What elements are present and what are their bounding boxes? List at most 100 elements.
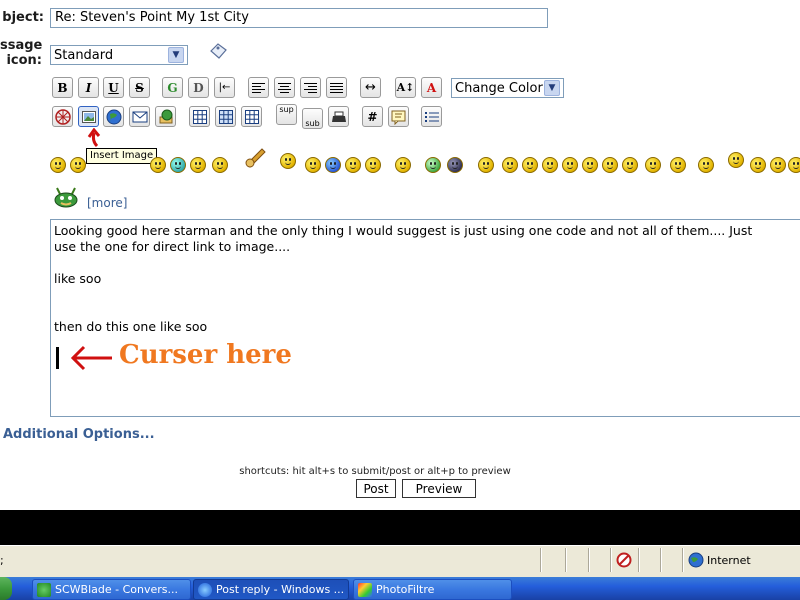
insert-image-button[interactable] [78,106,99,127]
taskbar-item-post-reply[interactable]: Post reply - Windows ... [193,579,349,600]
bold-button[interactable]: B [52,77,73,98]
table-column-button[interactable] [241,106,262,127]
smiley-icon[interactable] [622,157,638,173]
smiley-icon[interactable] [150,157,166,173]
internet-explorer-icon [198,582,212,597]
teletype-button[interactable] [328,106,349,127]
align-justify-button[interactable] [326,77,347,98]
font-color-button[interactable]: A [421,77,442,98]
smileys-more-link[interactable]: [more] [87,196,127,210]
smiley-icon[interactable] [50,157,66,173]
subject-input[interactable]: Re: Steven's Point My 1st City [50,8,548,28]
chevron-down-icon: ▼ [168,47,184,63]
smiley-icon[interactable] [602,157,618,173]
list-button[interactable] [421,106,442,127]
smiley-icon[interactable] [750,157,766,173]
annotation-arrow-up-icon [87,128,101,148]
align-center-icon [278,83,291,93]
status-text: ; [0,554,4,567]
smiley-icon[interactable] [478,157,494,173]
smiley-icon[interactable] [447,157,463,173]
email-icon [132,111,147,122]
underline-label: U [108,80,119,95]
table-button[interactable] [189,106,210,127]
flash-button[interactable] [52,106,73,127]
smiley-icon[interactable] [582,157,598,173]
chevron-down-icon: ▼ [544,80,560,96]
change-color-select[interactable]: Change Color ▼ [451,78,564,98]
insert-ftp-button[interactable] [155,106,176,127]
smiley-icon[interactable] [645,157,661,173]
start-button[interactable] [0,577,12,600]
taskbar-item-label: Post reply - Windows ... [216,583,345,596]
quote-button[interactable] [388,106,409,127]
annotation-text: Curser here [119,340,292,370]
additional-options-link[interactable]: Additional Options... [3,427,155,442]
smiley-icon[interactable] [395,157,411,173]
internet-zone-icon [688,552,704,572]
superscript-button[interactable]: sup [276,104,297,125]
smiley-icon[interactable] [280,153,296,169]
insert-email-button[interactable] [129,106,150,127]
smiley-icon[interactable] [365,157,381,173]
frog-smiley-icon[interactable] [53,186,79,212]
align-left-button[interactable] [248,77,269,98]
font-size-button[interactable]: A↕ [395,77,416,98]
subscript-button[interactable]: sub [302,108,323,129]
change-color-value: Change Color [455,80,543,96]
strikethrough-button[interactable]: S [129,77,150,98]
smiley-icon[interactable] [305,157,321,173]
indent-button[interactable]: |← [214,77,235,98]
smiley-icon[interactable] [325,157,341,173]
messenger-icon [37,582,51,597]
taskbar-item-photofiltre[interactable]: PhotoFiltre [353,579,512,600]
horizontal-rule-button[interactable]: ↔ [360,77,381,98]
smiley-icon[interactable] [728,152,744,168]
glow-button[interactable]: G [162,77,183,98]
smiley-icon[interactable] [345,157,361,173]
indent-label: |← [218,82,231,93]
popup-blocked-icon[interactable] [616,552,632,572]
status-separator [638,548,640,572]
smiley-icon[interactable] [670,157,686,173]
smiley-icon[interactable] [562,157,578,173]
shortcuts-hint: shortcuts: hit alt+s to submit/post or a… [239,466,511,477]
taskbar-item-scwblade[interactable]: SCWBlade - Convers... [32,579,191,600]
table-row-button[interactable] [215,106,236,127]
shadow-label: D [193,80,204,95]
shadow-button[interactable]: D [188,77,209,98]
code-button[interactable]: # [362,106,383,127]
italic-button[interactable]: I [78,77,99,98]
insert-link-button[interactable] [103,106,124,127]
post-button[interactable]: Post [356,479,396,498]
smiley-icon[interactable] [212,157,228,173]
status-separator [565,548,567,572]
annotation-arrow-left-icon [70,345,112,371]
smiley-icon[interactable] [425,157,441,173]
message-icon-select[interactable]: Standard ▼ [50,45,188,65]
underline-button[interactable]: U [103,77,124,98]
smiley-icon[interactable] [542,157,558,173]
message-textarea[interactable]: Looking good here starman and the only t… [50,219,800,417]
smiley-icon[interactable] [70,157,86,173]
smiley-icon[interactable] [522,157,538,173]
guitar-smiley-icon[interactable] [244,146,266,172]
code-label: # [367,109,378,124]
smiley-icon[interactable] [698,157,714,173]
status-separator [540,548,542,572]
status-separator [660,548,662,572]
insert-image-tooltip: Insert Image [86,148,158,164]
smiley-icon[interactable] [788,157,800,173]
smiley-icon[interactable] [190,157,206,173]
message-icon-preview-icon [208,42,228,64]
page-bottom-bar [0,510,800,545]
preview-button[interactable]: Preview [402,479,476,498]
smiley-icon[interactable] [170,157,186,173]
message-line [54,287,800,303]
quote-icon [391,110,405,125]
smiley-icon[interactable] [502,157,518,173]
message-icon-label-line2: icon: [6,53,42,68]
align-right-button[interactable] [300,77,321,98]
align-center-button[interactable] [274,77,295,98]
smiley-icon[interactable] [770,157,786,173]
